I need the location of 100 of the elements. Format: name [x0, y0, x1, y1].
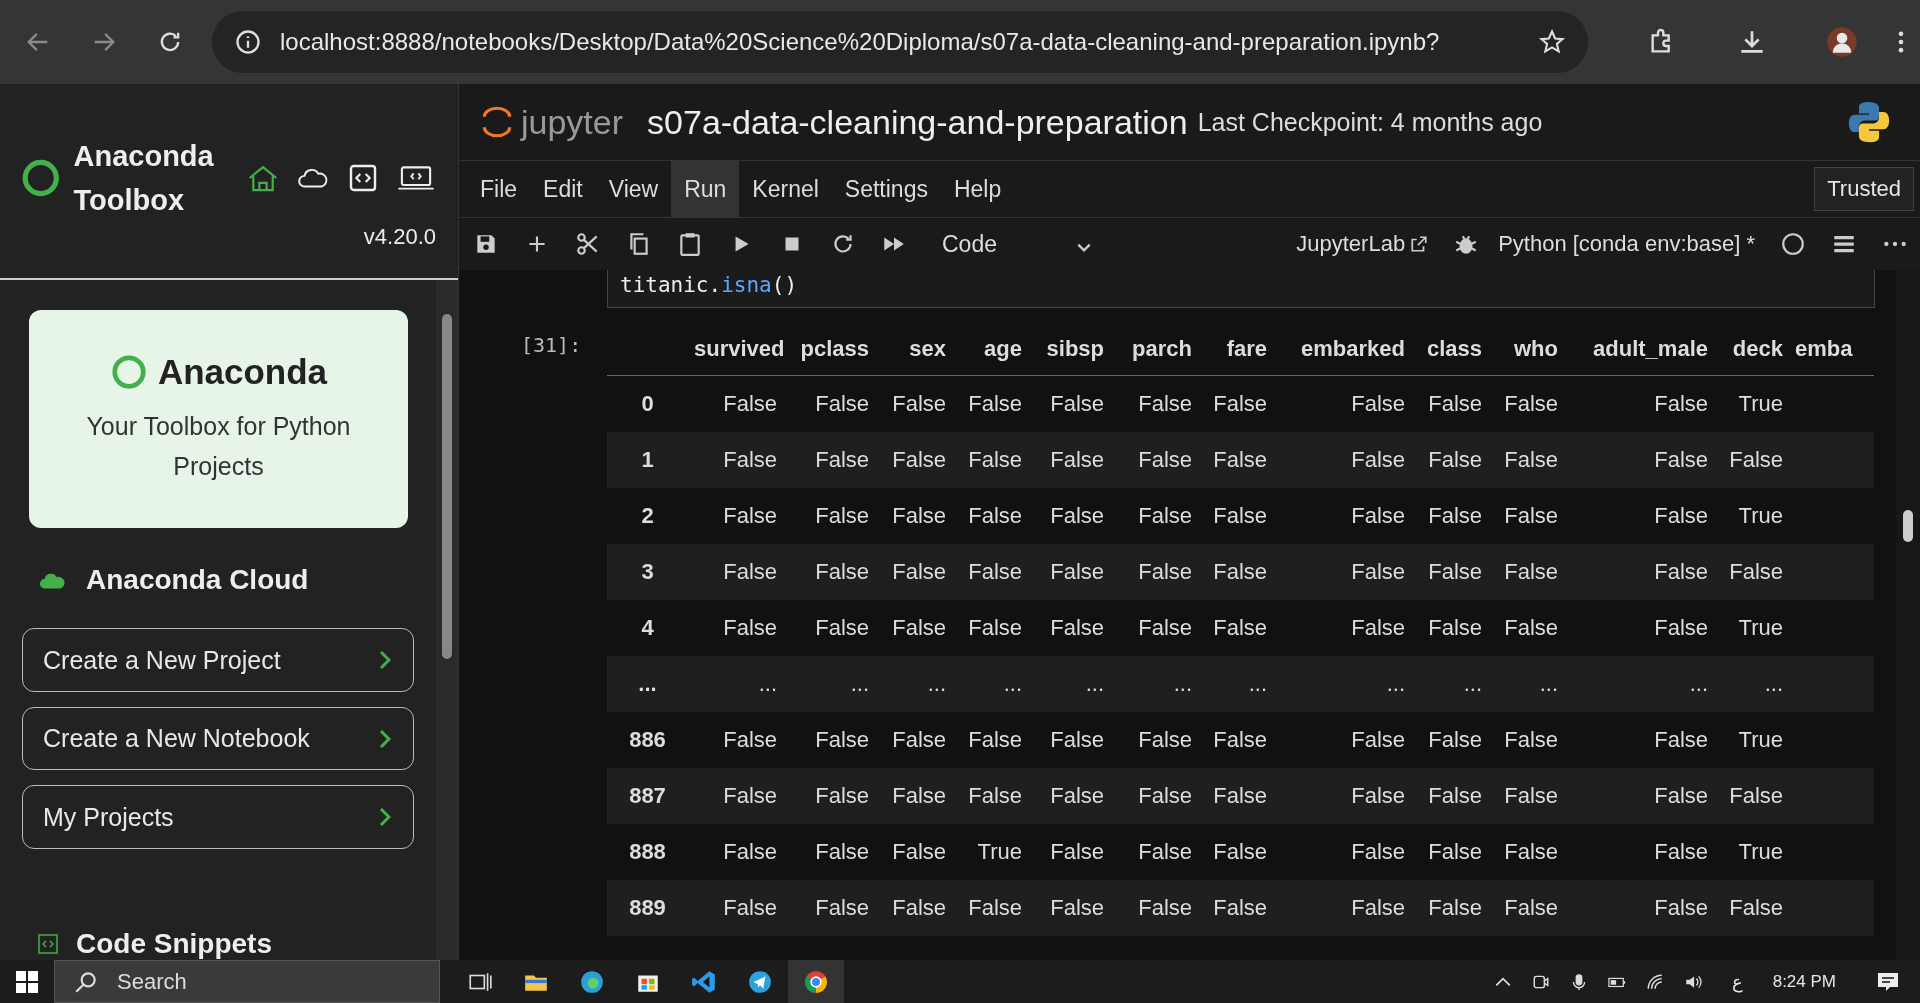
table-cell: ...: [1273, 656, 1411, 712]
table-cell: False: [1411, 375, 1488, 432]
table-cell: False: [688, 880, 783, 936]
table-cell: False: [952, 375, 1028, 432]
table-cell: False: [1411, 880, 1488, 936]
table-cell: False: [875, 768, 952, 824]
table-cell: False: [1273, 600, 1411, 656]
table-cell: False: [688, 432, 783, 488]
clock[interactable]: 8:24 PM: [1772, 971, 1836, 992]
scrollbar[interactable]: [1896, 270, 1920, 960]
action-button[interactable]: Create a New Project: [22, 628, 414, 692]
paste-icon[interactable]: [677, 231, 703, 257]
paper-plane-icon[interactable]: [747, 968, 773, 995]
column-header: survived: [688, 323, 783, 376]
kernel-status-icon: [1780, 231, 1806, 257]
arc-logo-icon: [481, 104, 513, 140]
table-cell: False: [1028, 712, 1110, 768]
table-cell: True: [952, 824, 1028, 880]
wifi-icon[interactable]: [1645, 972, 1664, 991]
jupyter-logo: jupyter: [481, 102, 628, 142]
table-cell: False: [1411, 432, 1488, 488]
table-cell: False: [1488, 824, 1564, 880]
table-cell: False: [1110, 824, 1198, 880]
column-header: who: [1488, 323, 1564, 376]
scrollbar[interactable]: [436, 280, 458, 960]
table-cell: False: [1273, 824, 1411, 880]
table-cell: False: [875, 544, 952, 600]
trusted-indicator[interactable]: Trusted: [1814, 167, 1914, 211]
action-button[interactable]: My Projects: [22, 785, 414, 849]
table-cell: ...: [1411, 656, 1488, 712]
table-cell: False: [1198, 712, 1273, 768]
taskbar-search-field[interactable]: Search: [54, 960, 440, 1003]
chevron-icon: [379, 807, 391, 828]
menu-item[interactable]: View: [595, 161, 672, 217]
action-button[interactable]: Create a New Notebook: [22, 706, 414, 771]
star-icon[interactable]: [1538, 28, 1566, 56]
row-index: 888: [607, 824, 688, 880]
table-cell: False: [875, 712, 952, 768]
table-cell: False: [1714, 544, 1789, 600]
code-editor-icon[interactable]: [691, 968, 717, 995]
jupyterlab-link[interactable]: JupyterLab: [1296, 231, 1406, 257]
table-cell: False: [1028, 880, 1110, 936]
notebook-title[interactable]: s07a-data-cleaning-and-preparation: [647, 102, 1188, 142]
table-cell: False: [1028, 375, 1110, 432]
row-index: 0: [607, 375, 688, 432]
table-cell: ...: [1028, 656, 1110, 712]
table-cell: False: [1411, 768, 1488, 824]
row-index: 4: [607, 600, 688, 656]
table-cell: False: [688, 544, 783, 600]
table-cell: False: [1198, 488, 1273, 544]
menu-item[interactable]: Settings: [831, 161, 941, 217]
address-bar[interactable]: localhost:8888/notebooks/Desktop/Data%20Science%20Diploma/s07a-data-cleaning-and-preparation.ipynb?: [212, 11, 1588, 73]
sidebar-title: Anaconda Toolbox: [73, 139, 215, 218]
profile-avatar-icon[interactable]: [1826, 26, 1858, 58]
table-cell: False: [1564, 375, 1714, 432]
table-cell: False: [1198, 375, 1273, 432]
row-index: ...: [607, 656, 688, 712]
table-cell: ...: [952, 656, 1028, 712]
language-indicator[interactable]: ع: [1731, 970, 1743, 993]
url-text: localhost:8888/notebooks/Desktop/Data%20Science%20Diploma/s07a-data-cleaning-and-preparation.ipynb?: [280, 28, 1441, 56]
table-cell: False: [1273, 375, 1411, 432]
menu-item[interactable]: Help: [940, 161, 1015, 217]
chrome-icon[interactable]: [803, 968, 829, 995]
column-header: embarked: [1273, 323, 1411, 376]
menu-item[interactable]: Run: [671, 161, 740, 217]
table-cell: False: [1411, 824, 1488, 880]
table-cell: False: [1488, 600, 1564, 656]
table-cell: False: [688, 375, 783, 432]
external-link-icon: [1410, 235, 1429, 253]
info-icon[interactable]: [234, 28, 262, 56]
table-cell: False: [688, 600, 783, 656]
column-header: adult_male: [1564, 323, 1714, 376]
table-cell: False: [952, 768, 1028, 824]
table-cell: False: [1273, 768, 1411, 824]
kernel-name[interactable]: Python [conda env:base] *: [1498, 231, 1755, 257]
table-cell: False: [952, 880, 1028, 936]
table-cell: False: [1488, 488, 1564, 544]
table-cell: False: [1411, 544, 1488, 600]
cell-type-dropdown[interactable]: Code: [942, 230, 1092, 258]
menu-item[interactable]: Kernel: [739, 161, 832, 217]
table-cell: True: [1714, 712, 1789, 768]
table-cell: False: [1488, 880, 1564, 936]
menu-item[interactable]: Edit: [530, 161, 596, 217]
table-cell: False: [1110, 432, 1198, 488]
table-cell: False: [1411, 600, 1488, 656]
browser-icon[interactable]: [579, 968, 605, 995]
windows-start-icon[interactable]: [16, 970, 38, 993]
menu-item[interactable]: File: [467, 161, 531, 217]
table-cell: False: [1198, 880, 1273, 936]
table-cell: ...: [1564, 656, 1714, 712]
row-index: 889: [607, 880, 688, 936]
table-cell: False: [1714, 768, 1789, 824]
table-cell: False: [1028, 432, 1110, 488]
code-icon: [38, 934, 58, 954]
table-cell: False: [688, 824, 783, 880]
caret-icon: [1076, 242, 1092, 254]
row-index: 3: [607, 544, 688, 600]
table-cell: False: [1198, 544, 1273, 600]
table-cell: False: [1564, 768, 1714, 824]
code-cell-input[interactable]: titanic.isna(): [607, 270, 1875, 308]
